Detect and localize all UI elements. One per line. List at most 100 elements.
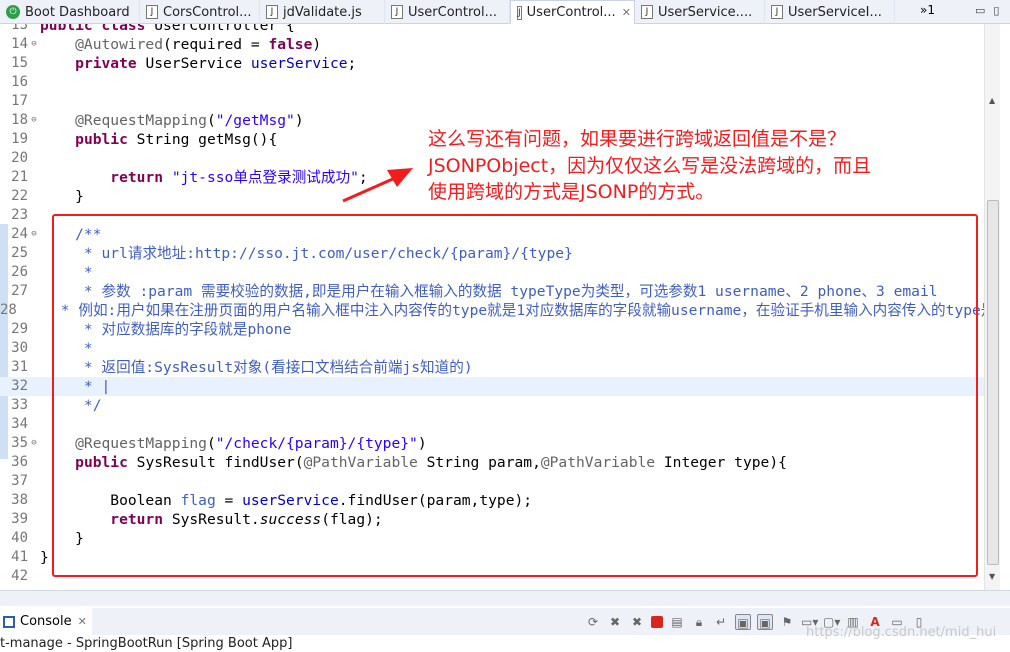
console-icon (3, 615, 15, 628)
gutter-spacer (28, 92, 40, 111)
terminate-icon[interactable] (651, 616, 663, 628)
editor-tab[interactable]: JjdValidate.js (260, 0, 385, 24)
scrollbar-thumb[interactable] (987, 200, 999, 565)
code-line[interactable]: 14 ⊖ @Autowired(required = false) (0, 35, 985, 54)
code-line[interactable]: 17 (0, 92, 985, 111)
close-icon[interactable]: ✕ (622, 6, 631, 19)
code-line[interactable]: 13 public class UserController { (0, 24, 985, 35)
code-token: (required = (163, 36, 269, 53)
scroll-lock-icon[interactable]: 🔒︎ (691, 614, 707, 630)
remove-launch-icon[interactable]: ✖ (607, 614, 623, 630)
code-text: private UserService userService; (40, 54, 356, 73)
show-on-stderr-icon[interactable]: ▣ (757, 614, 773, 630)
java-file-icon: J (641, 5, 653, 19)
window-controls[interactable]: ▭▯ (975, 4, 1007, 17)
code-token: ) (294, 112, 304, 129)
code-line[interactable]: 15 private UserService userService; (0, 54, 985, 73)
line-number: 22 (11, 188, 28, 204)
editor-tab[interactable]: J UserServiceI... (765, 0, 895, 24)
fold-toggle-icon[interactable]: ⊖ (28, 111, 40, 130)
console-tab-label: Console (20, 614, 72, 629)
line-number: 34 (11, 416, 28, 432)
tab-label: Boot Dashboard (25, 4, 130, 20)
line-number: 36 (11, 454, 28, 470)
close-icon[interactable]: ✕ (78, 615, 87, 628)
line-number: 39 (11, 511, 28, 527)
annotation-line: 这么写还有问题，如果要进行跨域返回值是不是？ (428, 128, 847, 150)
tab-label: jdValidate.js (283, 4, 362, 20)
gutter-spacer (28, 453, 40, 472)
code-line[interactable]: 16 (0, 73, 985, 92)
line-number: 42 (11, 568, 28, 584)
line-number: 30 (11, 340, 28, 356)
line-number: 40 (11, 530, 28, 546)
scroll-down-arrow[interactable]: ▼ (989, 572, 995, 581)
gutter-spacer (28, 415, 40, 434)
relaunch-icon[interactable]: ⟳ (585, 614, 601, 630)
line-number: 18 (11, 112, 28, 128)
js-file-icon: J (266, 5, 278, 19)
editor-tab[interactable]: J UserControl... ✕ (510, 0, 635, 24)
gutter-spacer (28, 396, 40, 415)
line-number: 26 (11, 264, 28, 280)
spring-boot-icon: ⏻ (6, 5, 20, 19)
annotation-line: JSONPObject，因为仅仅这么写是没法跨域的，而且 (428, 154, 872, 177)
code-token: "/getMsg" (215, 112, 295, 129)
gutter-spacer (28, 548, 40, 567)
tab-label: UserService.... (658, 4, 753, 20)
pin-console-icon[interactable]: ⚑ (779, 614, 795, 630)
line-number: 35 (11, 435, 28, 451)
tab-label: UserControl... (526, 5, 616, 20)
scroll-up-arrow[interactable]: ▲ (989, 96, 995, 105)
line-number: 14 (11, 36, 28, 52)
panel-splitter[interactable] (0, 590, 1010, 606)
code-token: public (75, 131, 137, 148)
gutter-spacer (28, 263, 40, 282)
code-token: userService (250, 55, 348, 72)
editor-tab-bar: ⏻ Boot Dashboard J CorsControl... JjdValidat… (0, 0, 1010, 24)
code-token: "jt-sso单点登录测试成功" (171, 169, 359, 186)
fold-toggle-icon[interactable]: ⊖ (28, 434, 40, 453)
clear-console-icon[interactable]: ▤ (669, 614, 685, 630)
gutter-spacer (28, 168, 40, 187)
editor-tab[interactable]: J CorsControl... (140, 0, 260, 24)
line-number: 15 (11, 55, 28, 71)
code-text: @RequestMapping("/getMsg") (40, 111, 304, 130)
show-on-stdout-icon[interactable]: ▣ (735, 614, 751, 630)
gutter-spacer (28, 130, 40, 149)
editor-tab[interactable]: J UserControl... (385, 0, 510, 24)
line-number: 23 (11, 207, 28, 223)
fold-toggle-icon[interactable]: ⊖ (28, 225, 40, 244)
tab-overflow-button[interactable]: »1 (920, 3, 935, 17)
line-number: 27 (11, 283, 28, 299)
code-token: } (40, 188, 84, 205)
gutter-spacer (28, 320, 40, 339)
gutter-spacer (28, 244, 40, 263)
line-number: 16 (11, 74, 28, 90)
code-token: ) (312, 36, 322, 53)
annotation-note: 这么写还有问题，如果要进行跨域返回值是不是？ JSONPObject，因为仅仅这… (428, 126, 871, 206)
tab-console[interactable]: Console ✕ (0, 608, 92, 635)
editor-tab[interactable]: ⏻ Boot Dashboard (0, 0, 140, 24)
highlight-box (52, 214, 978, 577)
remove-all-icon[interactable]: ✖ (629, 614, 645, 630)
gutter-spacer (28, 54, 40, 73)
editor-vertical-scrollbar[interactable]: ▲ ▼ (984, 24, 1000, 590)
gutter-spacer (28, 491, 40, 510)
code-text: public class UserController { (40, 24, 295, 35)
java-file-icon: J (391, 5, 403, 19)
fold-toggle-icon[interactable]: ⊖ (28, 35, 40, 54)
line-number: 33 (11, 397, 28, 413)
console-output: t-manage - SpringBootRun [Spring Boot Ap… (0, 636, 293, 651)
line-number: 37 (11, 473, 28, 489)
editor-tab[interactable]: J UserService.... (635, 0, 765, 24)
gutter-spacer (28, 282, 40, 301)
code-token: return (110, 169, 172, 186)
gutter-spacer (28, 24, 40, 35)
word-wrap-icon[interactable]: ↵ (713, 614, 729, 630)
code-token: @RequestMapping (40, 112, 207, 129)
gutter-spacer (28, 377, 40, 396)
gutter-spacer (28, 73, 40, 92)
